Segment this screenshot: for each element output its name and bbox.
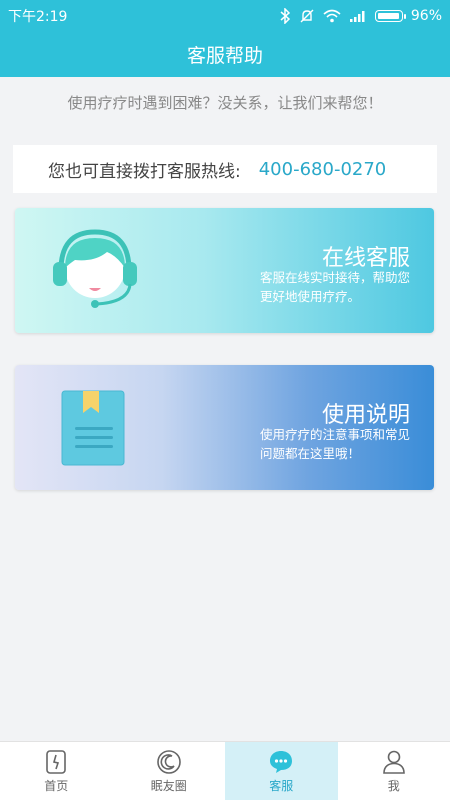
card-description: 使用疗疗的注意事项和常见问题都在这里哦！ [260, 427, 411, 461]
tab-sleep-circle[interactable]: 眠友圈 [113, 742, 226, 800]
headset-agent-icon [53, 229, 137, 308]
person-icon [382, 750, 405, 774]
mute-icon [300, 9, 314, 23]
battery-percent: 96% [410, 8, 442, 24]
tab-home[interactable]: 首页 [0, 742, 113, 800]
tab-customer-service[interactable]: 客服 [225, 742, 338, 800]
status-time: 下午2:19 [8, 9, 68, 25]
status-bar: 下午2:19 96% [0, 0, 450, 32]
online-service-card[interactable]: 在线客服 客服在线实时接待，帮助您更好地使用疗疗。 [15, 208, 434, 333]
user-manual-card[interactable]: 使用说明 使用疗疗的注意事项和常见问题都在这里哦！ [15, 365, 434, 490]
signal-icon [349, 11, 365, 22]
bluetooth-icon [280, 8, 290, 24]
home-icon [46, 749, 67, 774]
moon-circle-icon [156, 749, 181, 774]
manual-book-icon [61, 390, 125, 466]
status-icons: 96% [279, 8, 442, 24]
tab-label: 眠友圈 [150, 778, 187, 793]
help-tip: 使用疗疗时遇到困难？没关系，让我们来帮您！ [67, 94, 383, 112]
tab-me[interactable]: 我 [338, 742, 450, 800]
page-header: 客服帮助 [0, 32, 450, 77]
hotline-row[interactable]: 您也可直接拨打客服热线: 400-680-0270 [13, 145, 437, 193]
tab-label: 我 [387, 778, 400, 793]
battery-icon [374, 10, 406, 22]
tab-label: 客服 [269, 778, 294, 793]
card-description: 客服在线实时接待，帮助您更好地使用疗疗。 [260, 270, 411, 304]
wifi-icon [323, 9, 341, 23]
chat-bubble-icon [270, 750, 293, 773]
page-title: 客服帮助 [186, 45, 263, 67]
bottom-tab-bar: 首页 眠友圈 客服 我 [0, 741, 450, 800]
hotline-number[interactable]: 400-680-0270 [259, 159, 387, 180]
battery-level [377, 13, 399, 19]
hotline-label: 您也可直接拨打客服热线: [48, 161, 241, 182]
tab-label: 首页 [44, 778, 69, 793]
